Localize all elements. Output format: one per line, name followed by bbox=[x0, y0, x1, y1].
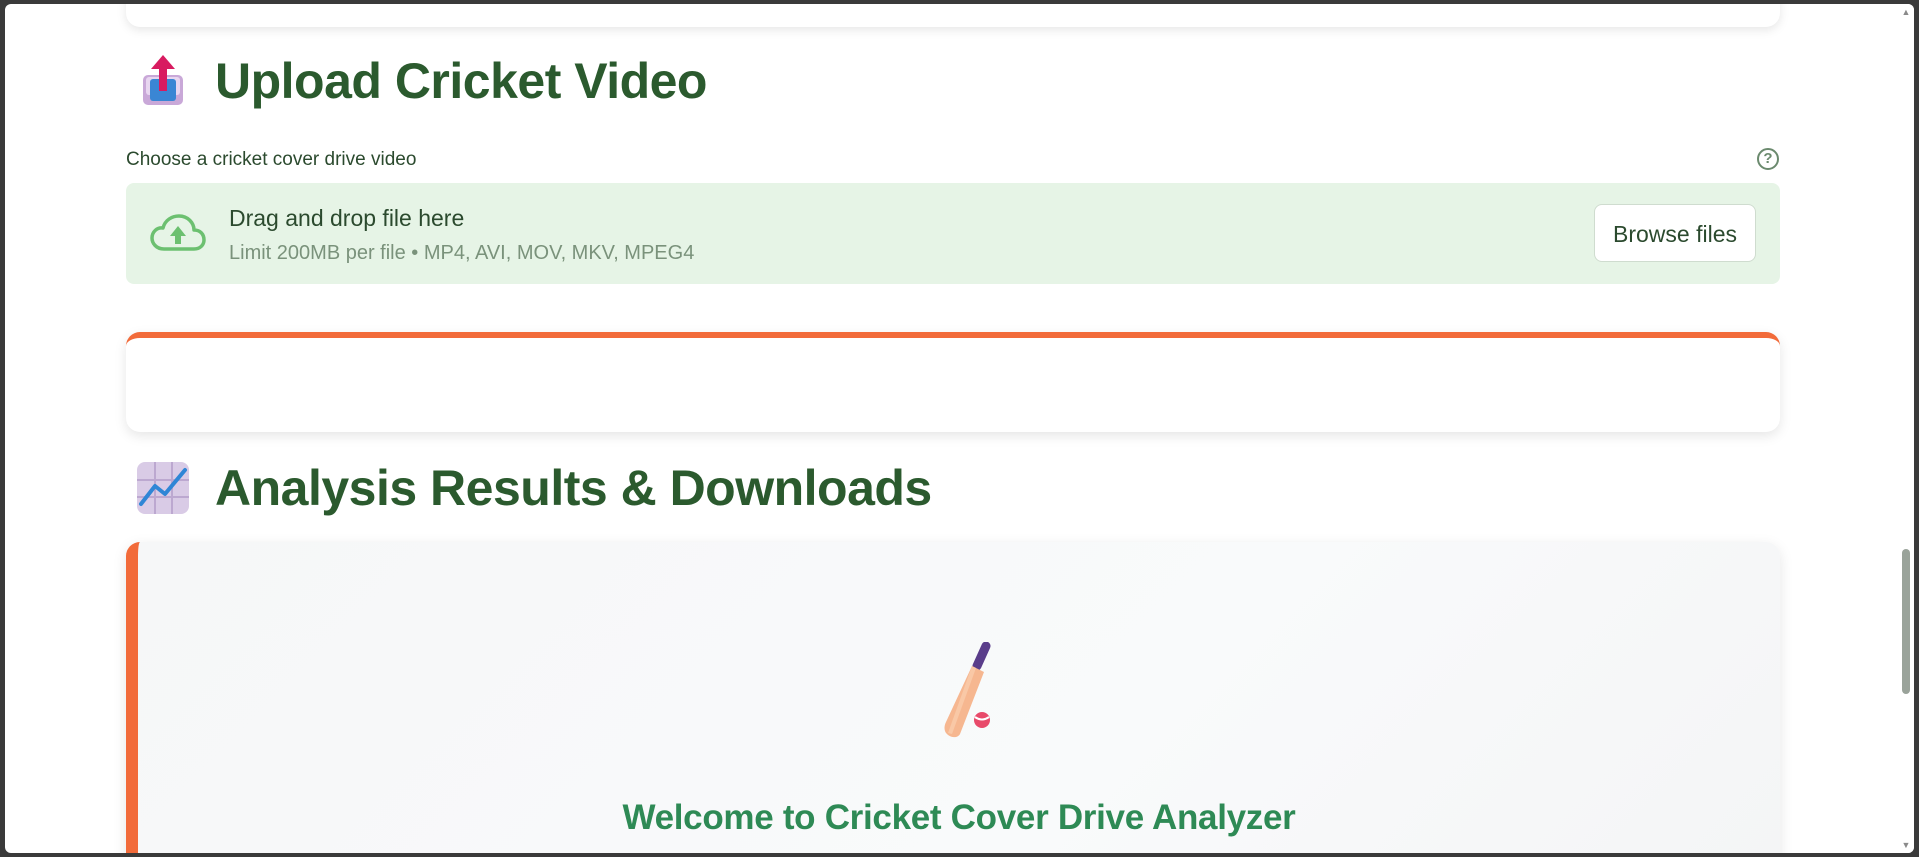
upload-title-text: Upload Cricket Video bbox=[215, 53, 707, 109]
outbox-tray-icon bbox=[135, 53, 191, 109]
previous-card bbox=[126, 4, 1780, 27]
analysis-title-text: Analysis Results & Downloads bbox=[215, 460, 932, 516]
scroll-down-arrow-icon[interactable]: ▼ bbox=[1901, 840, 1911, 850]
dropzone-instructions: Drag and drop file here bbox=[229, 205, 465, 231]
cloud-upload-icon bbox=[150, 213, 206, 257]
browse-files-button[interactable]: Browse files bbox=[1594, 204, 1756, 262]
status-card bbox=[126, 332, 1780, 432]
welcome-card: Welcome to Cricket Cover Drive Analyzer bbox=[126, 542, 1780, 853]
help-icon[interactable]: ? bbox=[1757, 148, 1779, 170]
upload-section-title: Upload Cricket Video bbox=[135, 52, 707, 110]
analysis-section-title: Analysis Results & Downloads bbox=[135, 459, 932, 517]
app-window: Upload Cricket Video Choose a cricket co… bbox=[5, 4, 1914, 853]
dropzone-file-limits: Limit 200MB per file • MP4, AVI, MOV, MK… bbox=[229, 242, 695, 264]
chart-increasing-icon bbox=[135, 460, 191, 516]
cricket-bat-ball-icon bbox=[928, 641, 1008, 742]
welcome-title: Welcome to Cricket Cover Drive Analyzer bbox=[622, 798, 1296, 837]
vertical-scrollbar[interactable]: ▲ ▼ bbox=[1898, 4, 1914, 853]
scroll-up-arrow-icon[interactable]: ▲ bbox=[1901, 7, 1911, 17]
scrollbar-thumb[interactable] bbox=[1902, 549, 1910, 694]
file-dropzone[interactable]: Drag and drop file here Limit 200MB per … bbox=[126, 183, 1780, 284]
file-uploader-label: Choose a cricket cover drive video bbox=[126, 149, 417, 170]
